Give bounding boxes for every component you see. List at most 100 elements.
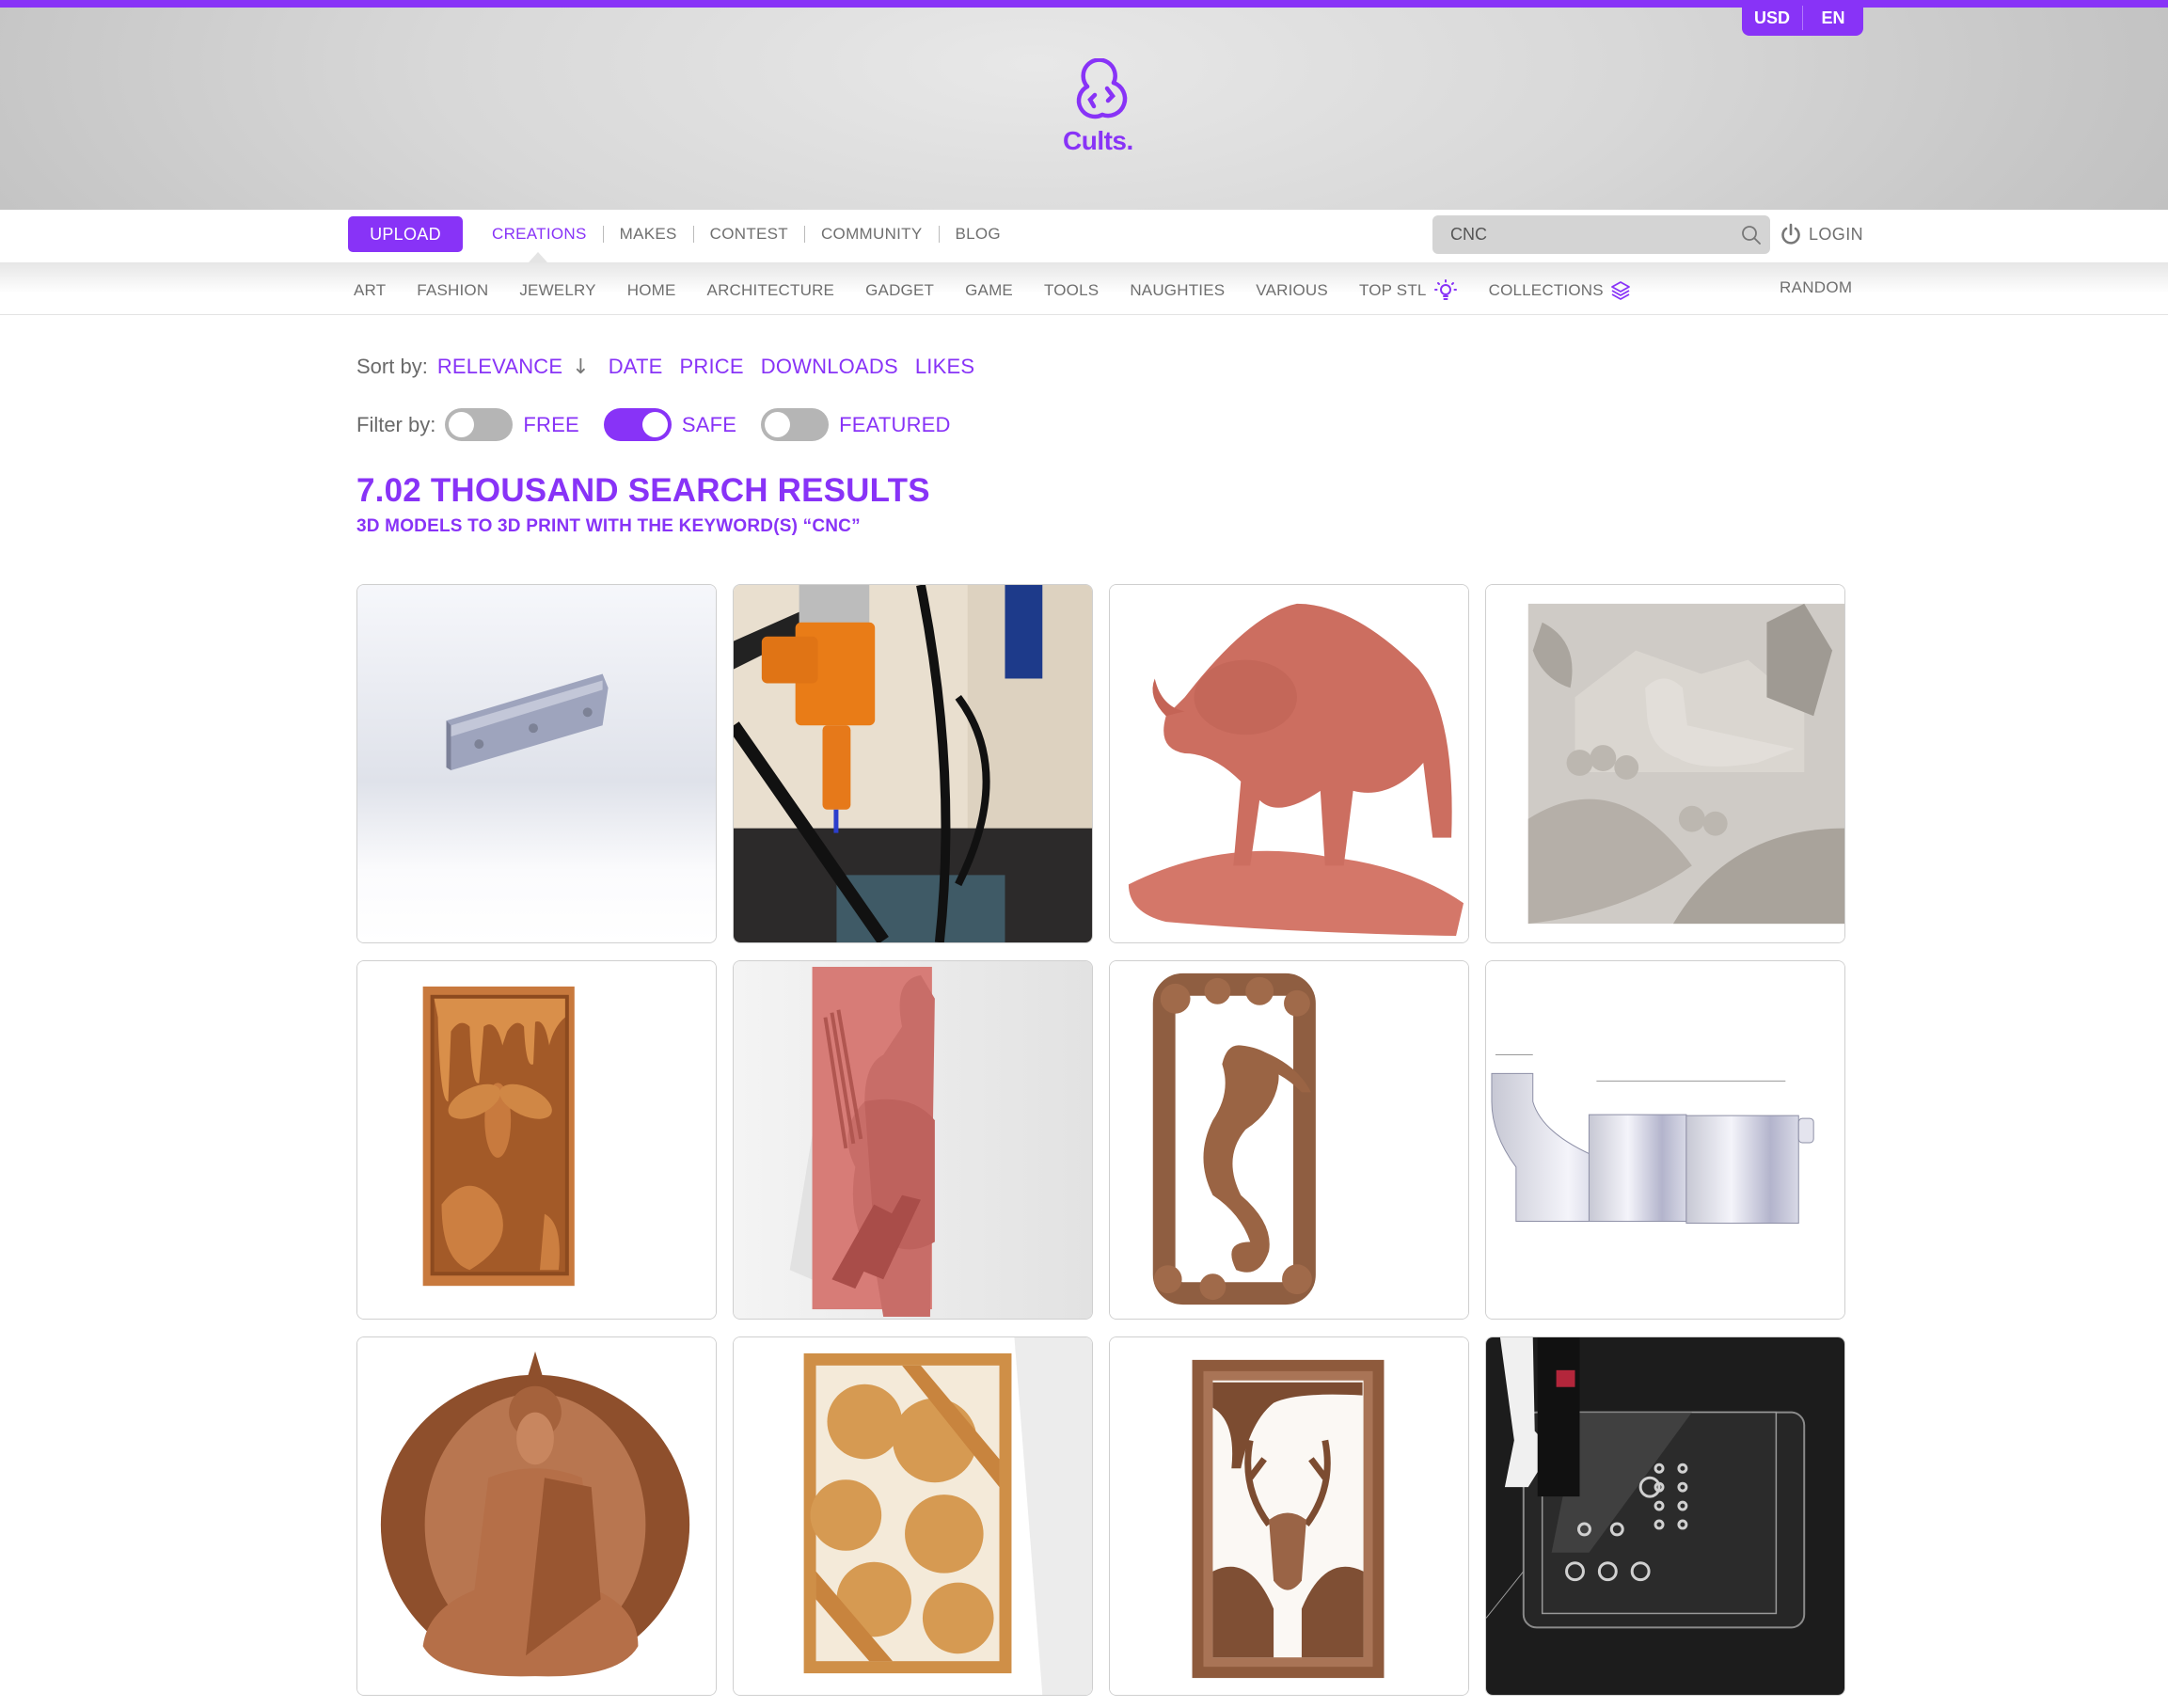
nav-separator [692, 226, 694, 243]
toggle-knob [449, 412, 475, 437]
results-grid [356, 584, 1845, 1696]
category-naughties[interactable]: NAUGHTIES [1130, 281, 1225, 300]
locale-switcher: USD EN [1742, 0, 1863, 36]
toggle-knob [765, 412, 791, 437]
sort-downloads[interactable]: DOWNLOADS [761, 355, 898, 379]
result-card[interactable] [1485, 1336, 1845, 1696]
category-various[interactable]: VARIOUS [1256, 281, 1328, 300]
category-fashion[interactable]: FASHION [417, 281, 488, 300]
category-label: JEWELRY [519, 281, 596, 299]
logo-wordmark: Cults. [1063, 126, 1133, 155]
category-label: ART [354, 281, 387, 299]
filter-featured-label[interactable]: FEATURED [839, 413, 951, 437]
upload-button[interactable]: UPLOAD [348, 216, 463, 252]
sort-direction-icon[interactable]: ↓ [572, 356, 589, 379]
sort-likes[interactable]: LIKES [915, 355, 974, 379]
filter-safe-label[interactable]: SAFE [682, 413, 736, 437]
nav-community[interactable]: COMMUNITY [821, 225, 923, 244]
nav-blog[interactable]: BLOG [956, 225, 1001, 244]
thumbnail-hibiscus-panel [734, 1337, 1092, 1695]
random-link[interactable]: RANDOM [1780, 278, 1852, 297]
main-navigation: UPLOAD CREATIONS MAKES CONTEST COMMUNITY… [0, 210, 2168, 262]
category-label: NAUGHTIES [1130, 281, 1226, 299]
thumbnail-bird-relief [1486, 585, 1844, 942]
filter-bar: Filter by: FREE SAFE FEATURED [356, 408, 975, 441]
active-nav-caret [529, 252, 547, 262]
sort-price[interactable]: PRICE [680, 355, 744, 379]
result-card[interactable] [1109, 584, 1469, 943]
thumbnail-spindle-mount [734, 585, 1092, 942]
search-input[interactable] [1432, 215, 1733, 254]
language-selector[interactable]: EN [1803, 8, 1863, 28]
lightbulb-icon [1433, 279, 1457, 300]
result-card[interactable] [733, 960, 1093, 1320]
category-label: TOOLS [1043, 281, 1100, 299]
results-count-heading: 7.02 THOUSAND SEARCH RESULTS [356, 472, 930, 509]
category-label: FASHION [417, 281, 489, 299]
nav-contest[interactable]: CONTEST [710, 225, 788, 244]
result-card[interactable] [733, 584, 1093, 943]
thumbnail-printer-bed [1486, 1337, 1844, 1695]
category-label: COLLECTIONS [1488, 281, 1604, 299]
category-tools[interactable]: TOOLS [1044, 281, 1099, 300]
category-label: ARCHITECTURE [706, 281, 835, 299]
result-card[interactable] [1109, 960, 1469, 1320]
result-card[interactable] [356, 584, 717, 943]
result-card[interactable] [1485, 584, 1845, 943]
login-label: LOGIN [1809, 224, 1864, 244]
category-gadget[interactable]: GADGET [865, 281, 934, 300]
result-card[interactable] [733, 1336, 1093, 1696]
category-top-stl[interactable]: TOP STL [1359, 278, 1458, 303]
search-icon[interactable] [1733, 225, 1770, 245]
category-links: ART FASHION JEWELRY HOME ARCHITECTURE GA… [354, 278, 1662, 303]
result-card[interactable] [356, 1336, 717, 1696]
thumbnail-bee-panel [357, 961, 716, 1319]
result-card[interactable] [356, 960, 717, 1320]
filter-label: Filter by: [356, 412, 436, 436]
cults-logo-icon [1076, 58, 1128, 119]
thumbnail-bull-sculpture [1110, 585, 1468, 942]
category-label: HOME [626, 281, 676, 299]
result-card[interactable] [1485, 960, 1845, 1320]
cults-logo[interactable]: Cults. [1063, 58, 1138, 162]
sort-label: Sort by: [356, 355, 428, 378]
nav-separator [938, 226, 940, 243]
thumbnail-rail-bracket [357, 585, 716, 942]
category-art[interactable]: ART [354, 281, 386, 300]
category-label: TOP STL [1358, 281, 1427, 299]
category-label: GAME [965, 281, 1013, 299]
category-architecture[interactable]: ARCHITECTURE [707, 281, 835, 300]
thumbnail-buddha-relief [357, 1337, 716, 1695]
toggle-free[interactable] [445, 408, 514, 441]
search-bar [1432, 215, 1770, 254]
power-icon [1781, 223, 1800, 245]
sort-date[interactable]: DATE [609, 355, 663, 379]
thumbnail-dust-shoe-adapter [1486, 961, 1844, 1319]
filter-free-label[interactable]: FREE [523, 413, 578, 437]
nav-makes[interactable]: MAKES [620, 225, 677, 244]
category-jewelry[interactable]: JEWELRY [519, 281, 595, 300]
category-label: GADGET [865, 281, 935, 299]
category-bar: ART FASHION JEWELRY HOME ARCHITECTURE GA… [0, 262, 2168, 315]
layers-icon [1610, 281, 1630, 300]
result-card[interactable] [1109, 1336, 1469, 1696]
category-home[interactable]: HOME [627, 281, 676, 300]
nav-separator [602, 226, 604, 243]
thumbnail-deer-frame [1110, 1337, 1468, 1695]
thumbnail-wolverine-relief [734, 961, 1092, 1319]
toggle-knob [641, 412, 668, 437]
toggle-safe[interactable] [603, 408, 672, 441]
thumbnail-seahorse-frame [1110, 961, 1468, 1319]
currency-selector[interactable]: USD [1742, 8, 1802, 28]
category-game[interactable]: GAME [965, 281, 1013, 300]
category-collections[interactable]: COLLECTIONS [1489, 280, 1631, 301]
nav-separator [803, 226, 805, 243]
nav-creations[interactable]: CREATIONS [492, 225, 587, 244]
login-link[interactable]: LOGIN [1780, 223, 1863, 245]
sort-bar: Sort by: RELEVANCE ↓ DATE PRICE DOWNLOAD… [356, 355, 991, 379]
results-subtitle: 3D MODELS TO 3D PRINT WITH THE KEYWORD(S… [356, 516, 861, 536]
category-label: VARIOUS [1256, 281, 1328, 299]
sort-relevance[interactable]: RELEVANCE [437, 355, 562, 379]
main-nav-links: CREATIONS MAKES CONTEST COMMUNITY BLOG [492, 223, 1001, 245]
toggle-featured[interactable] [761, 408, 830, 441]
